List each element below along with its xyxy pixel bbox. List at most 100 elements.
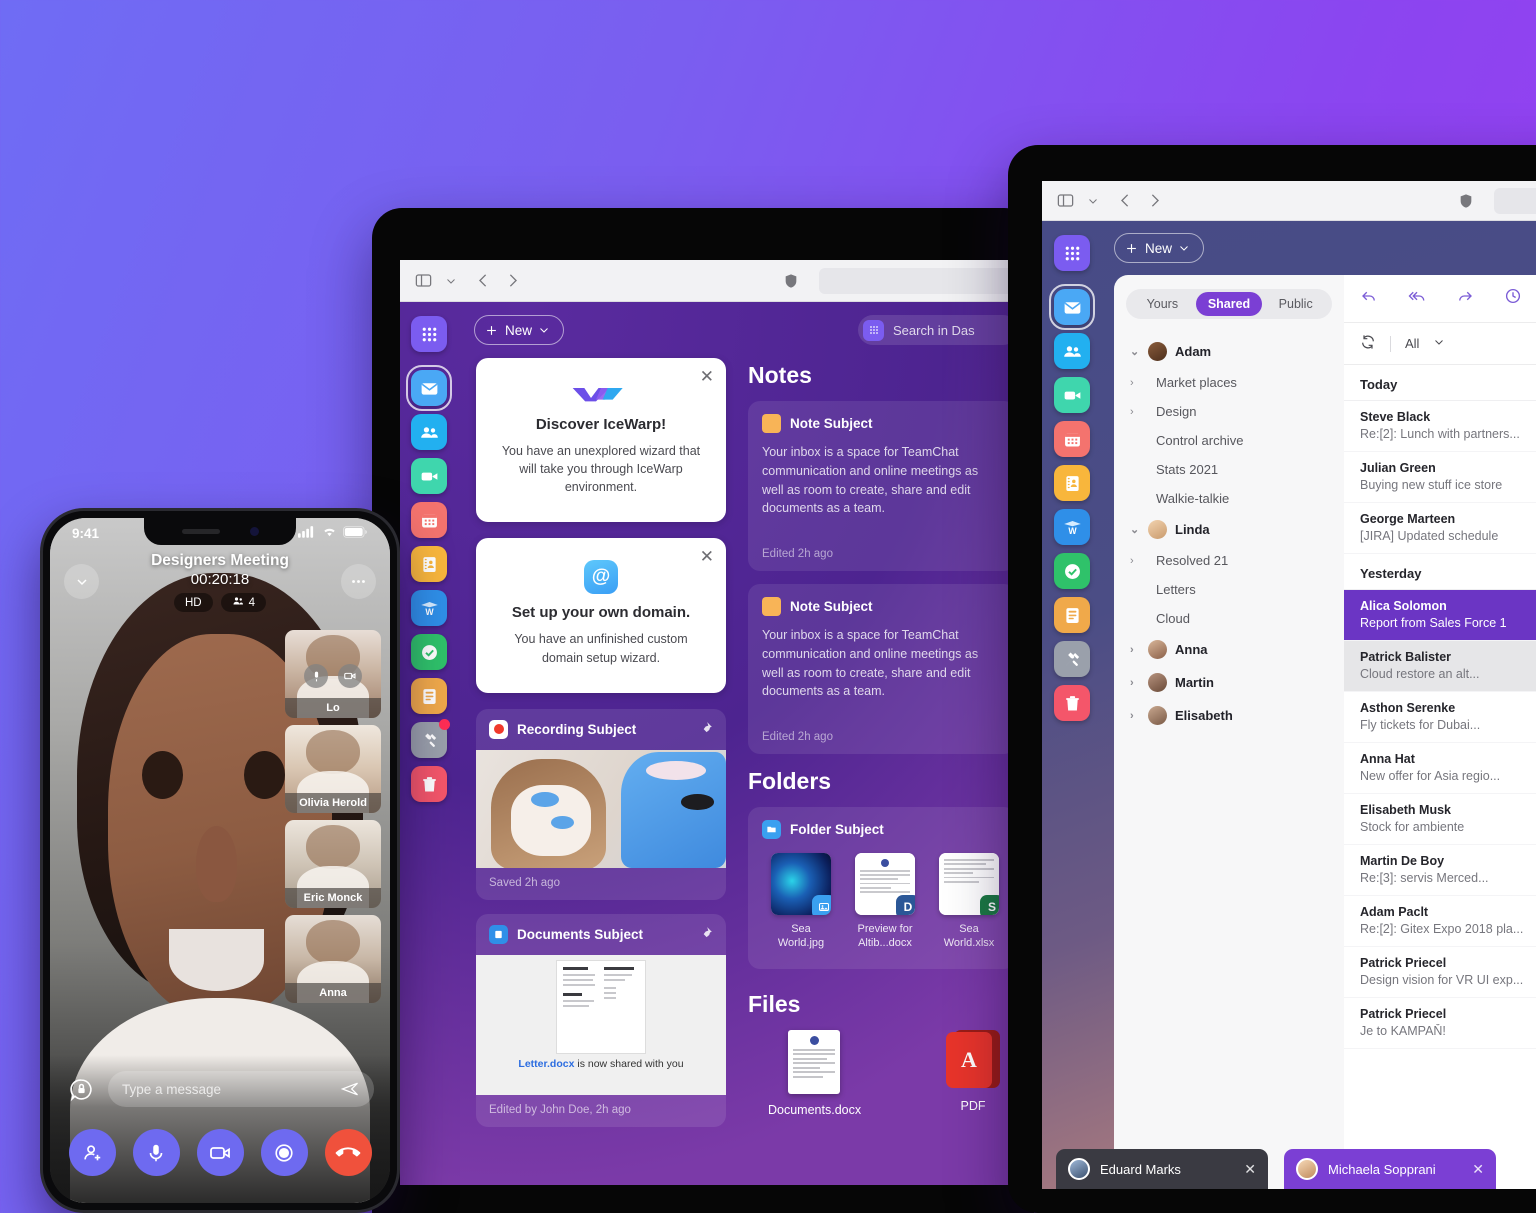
participant-tile[interactable]: Olivia Herold — [285, 725, 381, 813]
close-icon[interactable]: ✕ — [1244, 1161, 1256, 1178]
apps-grid-icon[interactable] — [1054, 235, 1090, 271]
segment-yours[interactable]: Yours — [1129, 292, 1196, 316]
tree-folder-item[interactable]: Walkie-talkie — [1126, 484, 1332, 513]
tree-folder-item[interactable]: › Market places — [1126, 368, 1332, 397]
chevron-icon[interactable]: › — [1130, 406, 1140, 418]
participant-tile[interactable]: Eric Monck — [285, 820, 381, 908]
add-participant-button[interactable] — [68, 1129, 116, 1176]
address-bar[interactable] — [819, 267, 1020, 294]
documents-icon[interactable]: W — [1054, 509, 1090, 545]
tree-user-elisabeth[interactable]: › Elisabeth — [1126, 699, 1332, 732]
wizard-card-discover[interactable]: ✕ Discover IceWarp! You have an unexplor… — [476, 358, 726, 523]
folder-card[interactable]: Folder Subject Sea World.jpg D Preview for… — [748, 807, 1016, 969]
addressbook-icon[interactable] — [411, 546, 447, 582]
segment-shared[interactable]: Shared — [1195, 292, 1263, 316]
chat-tab[interactable]: Michaela Sopprani ✕ — [1284, 1149, 1496, 1189]
mail-icon[interactable] — [406, 365, 452, 411]
document-link[interactable]: Letter.docx — [518, 1058, 574, 1070]
pinned-card-recording[interactable]: Recording Subject Saved 2h ago — [476, 708, 726, 900]
close-icon[interactable]: ✕ — [700, 368, 714, 385]
tools-icon[interactable] — [1054, 641, 1090, 677]
file-item-docx[interactable]: Documents.docx — [768, 1029, 861, 1117]
tree-folder-item[interactable]: › Design — [1126, 397, 1332, 426]
forward-icon[interactable] — [1146, 192, 1163, 209]
apps-grid-icon[interactable] — [411, 316, 447, 352]
chevron-down-icon[interactable] — [445, 275, 457, 287]
clock-icon[interactable] — [1504, 287, 1522, 310]
chevron-icon[interactable]: › — [1130, 644, 1140, 656]
trash-icon[interactable] — [1054, 685, 1090, 721]
back-icon[interactable] — [1117, 192, 1134, 209]
mail-list-item[interactable]: Patrick Priecel Design vision for VR UI e… — [1344, 947, 1536, 998]
back-icon[interactable] — [475, 272, 492, 289]
tree-user-martin[interactable]: › Martin — [1126, 666, 1332, 699]
chevron-icon[interactable]: › — [1130, 677, 1140, 689]
documents-icon[interactable]: W — [411, 590, 447, 626]
filter-label[interactable]: All — [1405, 336, 1419, 351]
notes-icon[interactable] — [411, 678, 447, 714]
chevron-icon[interactable]: › — [1130, 555, 1140, 567]
calendar-icon[interactable] — [1054, 421, 1090, 457]
minimize-call-button[interactable] — [64, 564, 99, 599]
mic-icon[interactable] — [304, 664, 328, 688]
chevron-icon[interactable]: ⌄ — [1130, 523, 1140, 536]
file-item-pdf[interactable]: A PDF — [930, 1029, 1016, 1117]
mail-icon[interactable] — [1049, 284, 1095, 330]
chevron-down-icon[interactable] — [1087, 195, 1099, 207]
mail-list-item[interactable]: Patrick Priecel Je to KAMPAŇ! — [1344, 998, 1536, 1049]
contacts-icon[interactable] — [1054, 333, 1090, 369]
forward-icon[interactable] — [1456, 287, 1474, 310]
mail-list-item[interactable]: Julian Green Buying new stuff ice store — [1344, 452, 1536, 503]
meetings-icon[interactable] — [1054, 377, 1090, 413]
tree-folder-item[interactable]: Letters — [1126, 575, 1332, 604]
lock-chat-icon[interactable] — [66, 1074, 96, 1104]
mail-list-item[interactable]: Steve Black Re:[2]: Lunch with partners..… — [1344, 401, 1536, 452]
chevron-down-icon[interactable] — [1433, 336, 1445, 351]
tools-icon[interactable] — [411, 719, 450, 758]
mail-list-item[interactable]: Asthon Serenke Fly tickets for Dubai... — [1344, 692, 1536, 743]
pin-icon[interactable] — [699, 721, 713, 738]
search-input[interactable]: Search in Das — [858, 315, 1018, 345]
chevron-icon[interactable]: ⌄ — [1130, 345, 1140, 358]
tasks-icon[interactable] — [1054, 553, 1090, 589]
notes-icon[interactable] — [1054, 597, 1090, 633]
chat-tab[interactable]: Eduard Marks ✕ — [1056, 1149, 1268, 1189]
close-icon[interactable]: ✕ — [1472, 1161, 1484, 1178]
folder-file-item[interactable]: S Sea World.xlsx — [936, 853, 1002, 951]
tasks-icon[interactable] — [411, 634, 447, 670]
camera-icon[interactable] — [338, 664, 362, 688]
mail-list-item[interactable]: Alica Solomon Report from Sales Force 1 — [1344, 590, 1536, 641]
mail-list-item[interactable]: Adam Paclt Re:[2]: Gitex Expo 2018 pla... — [1344, 896, 1536, 947]
tree-folder-item[interactable]: Stats 2021 — [1126, 455, 1332, 484]
refresh-icon[interactable] — [1360, 334, 1376, 353]
new-button[interactable]: New — [1114, 233, 1205, 263]
tree-folder-item[interactable]: Cloud — [1126, 604, 1332, 633]
note-card[interactable]: Note Subject Your inbox is a space for T… — [748, 401, 1016, 571]
mail-list-item[interactable]: Martin De Boy Re:[3]: servis Merced... — [1344, 845, 1536, 896]
sidebar-icon[interactable] — [414, 271, 433, 290]
pinned-card-documents[interactable]: Documents Subject Letter.docx is now sha… — [476, 913, 726, 1127]
tree-user-linda[interactable]: ⌄ Linda — [1126, 513, 1332, 546]
pin-icon[interactable] — [699, 926, 713, 943]
hangup-button[interactable] — [324, 1129, 372, 1176]
note-card[interactable]: Note Subject Your inbox is a space for T… — [748, 584, 1016, 754]
participant-tile[interactable]: Anna — [285, 915, 381, 1003]
message-input[interactable]: Type a message — [108, 1071, 374, 1107]
chevron-icon[interactable]: › — [1130, 710, 1140, 722]
mail-list-item[interactable]: Patrick Balister Cloud restore an alt... — [1344, 641, 1536, 692]
participant-tile[interactable]: Lo — [285, 630, 381, 718]
call-options-button[interactable] — [341, 564, 376, 599]
mute-button[interactable] — [132, 1129, 180, 1176]
sidebar-icon[interactable] — [1056, 191, 1075, 210]
mail-list-item[interactable]: George Marteen [JIRA] Updated schedule — [1344, 503, 1536, 554]
mail-list-item[interactable]: Anna Hat New offer for Asia regio... — [1344, 743, 1536, 794]
wizard-card-domain[interactable]: ✕ @ Set up your own domain. You have an … — [476, 538, 726, 693]
folder-file-item[interactable]: D Preview for Altib...docx — [852, 853, 918, 951]
tree-folder-item[interactable]: › Resolved 21 — [1126, 546, 1332, 575]
calendar-icon[interactable] — [411, 502, 447, 538]
video-button[interactable] — [196, 1129, 244, 1176]
tree-user-adam[interactable]: ⌄ Adam — [1126, 335, 1332, 368]
record-button[interactable] — [260, 1129, 308, 1176]
forward-icon[interactable] — [504, 272, 521, 289]
folder-file-item[interactable]: Sea World.jpg — [768, 853, 834, 951]
